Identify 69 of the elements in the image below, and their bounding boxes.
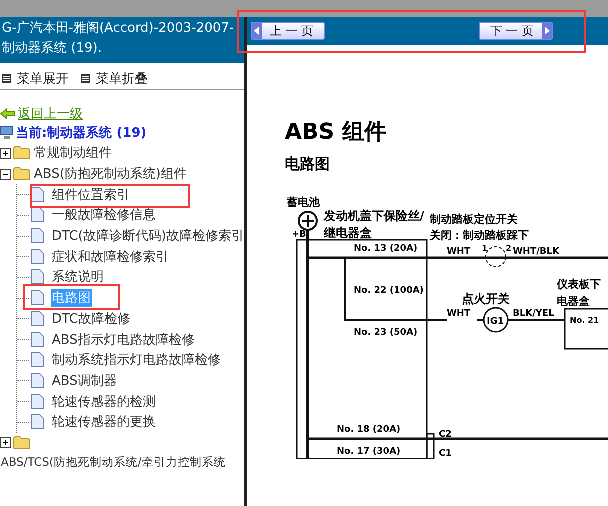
- diagram-label: +B: [292, 230, 306, 240]
- previous-page-button[interactable]: 上 一 页: [251, 22, 325, 40]
- document-icon: [31, 394, 45, 410]
- back-arrow-icon: [0, 108, 16, 120]
- document-icon: [31, 207, 45, 224]
- diagram-label: C1: [439, 449, 452, 459]
- diagram-label: 电器盒: [557, 295, 590, 308]
- page-heading: ABS 组件: [285, 119, 388, 147]
- folder-icon: [13, 436, 31, 450]
- diagram-label: 仪表板下: [557, 278, 601, 291]
- tree-item[interactable]: ABS指示灯电路故障检修: [51, 330, 196, 349]
- computer-icon: [0, 126, 14, 140]
- tree-item[interactable]: 组件位置索引: [51, 186, 131, 204]
- list-icon: [81, 74, 90, 83]
- tree-item[interactable]: 系统说明: [51, 268, 105, 286]
- current-location: 当前:制动器系统 (19): [16, 124, 147, 142]
- document-icon: [31, 290, 45, 306]
- tree-item[interactable]: DTC故障检修: [51, 310, 132, 328]
- diagram-label: No. 13 (20A): [354, 244, 418, 254]
- list-icon: [2, 74, 11, 83]
- document-icon: [31, 228, 45, 244]
- diagram-label: No. 22 (100A): [354, 286, 424, 296]
- document-icon: [31, 332, 45, 348]
- tree-item[interactable]: 症状和故障检修索引: [51, 248, 170, 266]
- diagram-label: IG1: [487, 317, 504, 327]
- tree-item[interactable]: 常规制动组件: [33, 144, 113, 162]
- document-icon: [31, 248, 45, 265]
- diagram-label: 2: [506, 244, 512, 253]
- diagram-label: 点火开关: [462, 292, 510, 306]
- tree-item[interactable]: 制动系统指示灯电路故障检修: [51, 351, 222, 370]
- diagram-label: 发动机盖下保险丝/: [324, 209, 424, 223]
- diagram-label: 关闭：制动踏板踩下: [430, 229, 529, 242]
- collapse-icon[interactable]: [0, 168, 11, 180]
- document-icon: [31, 352, 45, 368]
- tree-item[interactable]: ABS调制器: [51, 372, 118, 390]
- tree-item[interactable]: ABS(防抱死制动系统)组件: [33, 165, 188, 184]
- document-icon: [31, 372, 45, 389]
- expand-icon[interactable]: [0, 437, 11, 448]
- menu-link[interactable]: 菜单折叠: [81, 68, 148, 89]
- tree-item[interactable]: ABS/TCS(防抱死制动系统/牵引力控制系统: [0, 455, 227, 470]
- tree-item[interactable]: 轮速传感器的检测: [51, 392, 157, 411]
- diagram-label: WHT: [447, 247, 471, 257]
- diagram-label: BLK/YEL: [513, 309, 554, 319]
- diagram-label: No. 17 (30A): [337, 447, 401, 457]
- tree-item[interactable]: DTC(故障诊断代码)故障检修索引: [51, 227, 244, 246]
- document-icon: [31, 269, 45, 286]
- tree-item[interactable]: 一般故障检修信息: [51, 206, 157, 224]
- diagram-label: 蓄电池: [287, 196, 320, 209]
- section-heading: 电路图: [285, 155, 331, 175]
- menu-link[interactable]: 菜单展开: [2, 68, 69, 89]
- diagram-label: No. 18 (20A): [337, 425, 401, 435]
- diagram-label: 制动踏板定位开关: [430, 213, 518, 226]
- diagram-label: No. 21: [570, 316, 600, 325]
- folder-icon: [13, 167, 31, 182]
- folder-icon: [13, 146, 31, 160]
- expand-icon[interactable]: [0, 148, 11, 159]
- diagram-label: No. 23 (50A): [354, 328, 418, 338]
- next-page-button[interactable]: 下 一 页: [479, 22, 553, 40]
- back-link[interactable]: 返回上一级: [18, 104, 83, 122]
- diagram-label: 1: [482, 244, 488, 253]
- diagram-label: WHT/BLK: [513, 247, 560, 257]
- diagram-label: WHT: [447, 309, 471, 319]
- document-icon: [31, 414, 45, 430]
- tree-item[interactable]: 轮速传感器的更换: [51, 413, 157, 432]
- document-icon: [31, 186, 45, 203]
- document-icon: [31, 310, 45, 327]
- diagram-label: 继电器盒: [324, 226, 372, 240]
- diagram-label: C2: [439, 430, 452, 440]
- document-title: G-广汽本田-雅阁(Accord)-2003-2007- 制动器系统 (19).: [0, 17, 244, 63]
